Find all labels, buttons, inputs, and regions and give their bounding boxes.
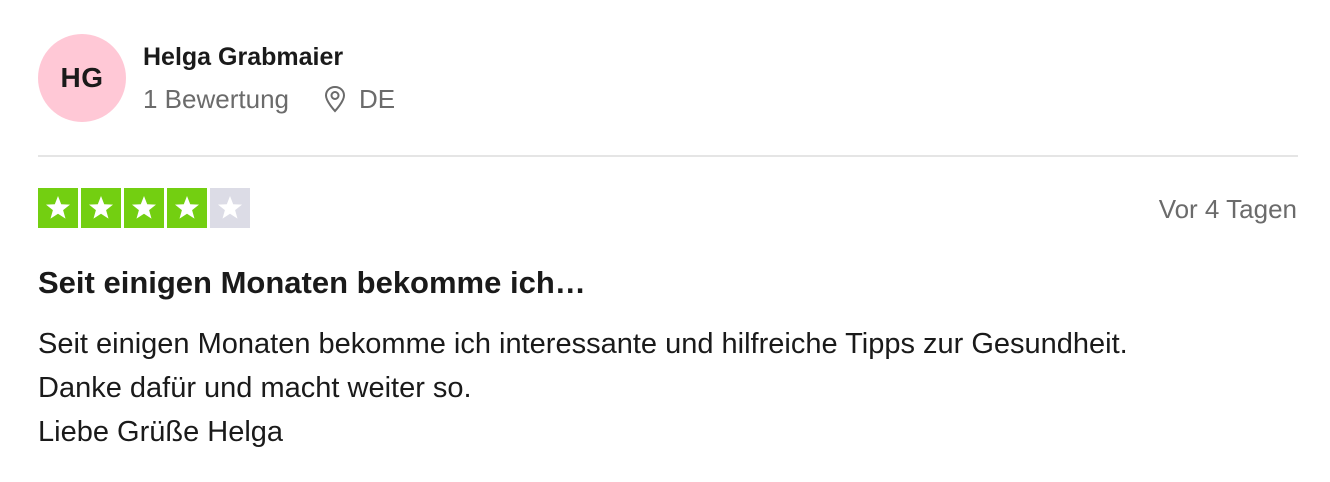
star-icon	[218, 196, 242, 219]
reviewer-meta: 1 Bewertung DE	[143, 84, 395, 114]
review-body-line: Danke dafür und macht weiter so.	[38, 372, 472, 404]
divider	[38, 155, 1298, 157]
avatar[interactable]: HG	[38, 34, 126, 122]
star-filled	[124, 188, 164, 228]
review-count: 1 Bewertung	[143, 84, 289, 114]
star-filled	[167, 188, 207, 228]
reviewer-header: HG Helga Grabmaier 1 Bewertung DE	[38, 34, 395, 122]
reviewer-location: DE	[323, 84, 395, 114]
review-title[interactable]: Seit einigen Monaten bekomme ich…	[38, 264, 586, 302]
star-rating	[38, 188, 253, 228]
star-filled	[38, 188, 78, 228]
review-body: Seit einigen Monaten bekomme ich interes…	[38, 322, 1298, 454]
review-date: Vor 4 Tagen	[1158, 194, 1297, 224]
star-icon	[89, 196, 113, 219]
location-pin-icon	[324, 85, 345, 113]
star-icon	[132, 196, 156, 219]
review-body-line: Liebe Grüße Helga	[38, 416, 284, 448]
star-filled	[81, 188, 121, 228]
star-icon	[175, 196, 199, 219]
reviewer-info: Helga Grabmaier 1 Bewertung DE	[143, 42, 395, 114]
star-icon	[46, 196, 70, 219]
star-empty	[210, 188, 250, 228]
country-code: DE	[358, 84, 396, 114]
reviewer-name[interactable]: Helga Grabmaier	[143, 42, 395, 72]
review-body-line: Seit einigen Monaten bekomme ich interes…	[38, 328, 1128, 360]
